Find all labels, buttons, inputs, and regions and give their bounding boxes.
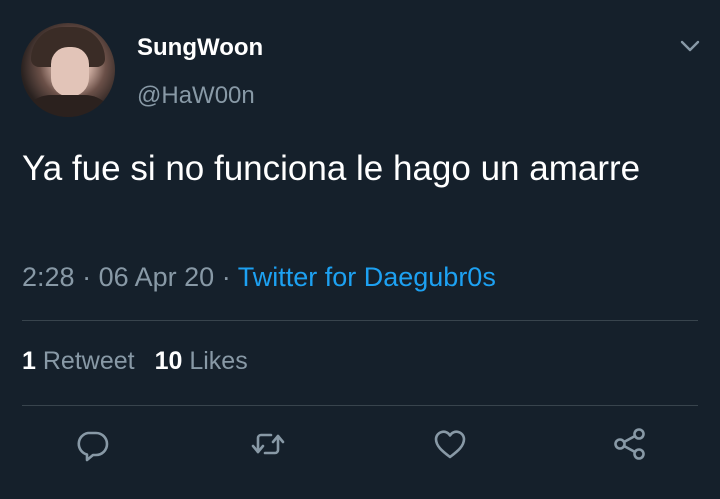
like-icon[interactable] xyxy=(432,426,468,462)
likes-count: 10 xyxy=(154,347,183,375)
user-handle[interactable]: @HaW00n xyxy=(137,82,255,110)
retweets-count: 1 xyxy=(22,347,36,375)
likes-label: Likes xyxy=(189,347,248,375)
meta-separator: · xyxy=(221,262,231,292)
tweet-meta: 2:28 · 06 Apr 20 · Twitter for Daegubr0s xyxy=(22,262,496,293)
tweet-date: 06 Apr 20 xyxy=(98,262,215,292)
avatar-face xyxy=(51,47,89,97)
likes-stat[interactable]: 10 Likes xyxy=(155,347,248,375)
retweets-label: Retweet xyxy=(42,347,135,375)
retweets-stat[interactable]: 1 Retweet xyxy=(22,347,135,375)
divider xyxy=(22,405,698,406)
avatar-shoulder xyxy=(21,95,115,117)
tweet-time: 2:28 xyxy=(22,262,75,292)
display-name[interactable]: SungWoon xyxy=(137,34,263,62)
divider xyxy=(22,320,698,321)
chevron-down-icon[interactable] xyxy=(678,38,702,56)
tweet-source-link[interactable]: Twitter for Daegubr0s xyxy=(238,262,496,292)
reply-icon[interactable] xyxy=(74,426,110,462)
avatar[interactable] xyxy=(21,23,115,117)
retweet-icon[interactable] xyxy=(250,426,286,462)
tweet-text: Ya fue si no funciona le hago un amarre xyxy=(22,149,641,188)
share-icon[interactable] xyxy=(612,426,648,462)
tweet-stats: 1 Retweet 10 Likes xyxy=(22,347,248,376)
meta-separator: · xyxy=(82,262,92,292)
